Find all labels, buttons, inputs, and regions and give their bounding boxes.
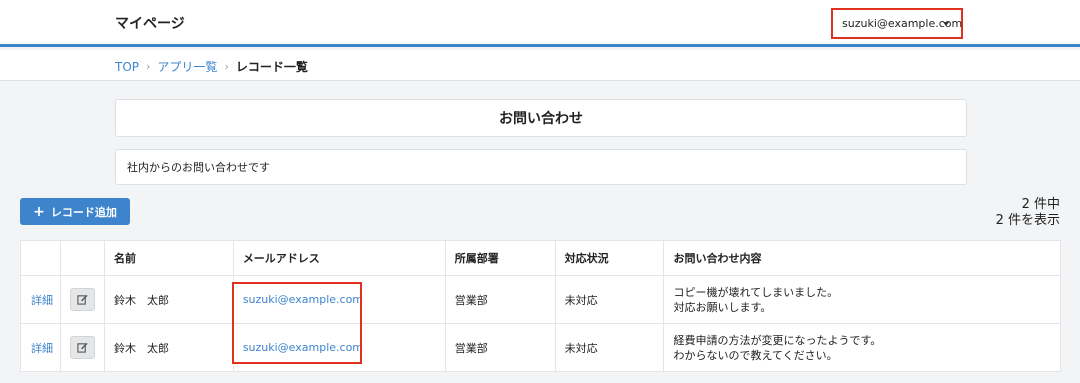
records-table: 名前 メールアドレス 所属部署 対応状況 お問い合わせ内容 詳細 鈴木 太郎 s… — [20, 240, 1061, 372]
breadcrumb: TOP › アプリ一覧 › レコード一覧 — [115, 58, 308, 75]
record-count: 2 件中 2 件を表示 — [996, 197, 1060, 229]
detail-cell: 詳細 — [20, 275, 61, 324]
status-cell: 未対応 — [554, 323, 665, 372]
column-header-department: 所属部署 — [444, 240, 556, 276]
breadcrumb-separator: › — [224, 60, 229, 73]
caret-down-icon — [943, 22, 949, 26]
email-link[interactable]: suzuki@example.com — [243, 293, 363, 306]
column-header — [20, 240, 61, 276]
app-description-panel: 社内からのお問い合わせです — [115, 149, 967, 185]
email-link[interactable]: suzuki@example.com — [243, 341, 363, 354]
app-title-panel: お問い合わせ — [115, 99, 967, 137]
detail-link[interactable]: 詳細 — [31, 342, 53, 355]
column-header-status: 対応状況 — [554, 240, 665, 276]
detail-cell: 詳細 — [20, 323, 61, 372]
plus-icon: + — [33, 203, 45, 220]
breadcrumb-bar: TOP › アプリ一覧 › レコード一覧 — [0, 50, 1080, 81]
page-title: マイページ — [115, 16, 185, 32]
email-cell: suzuki@example.com — [232, 323, 446, 372]
column-header-email: メールアドレス — [232, 240, 446, 276]
table-header-row: 名前 メールアドレス 所属部署 対応状況 お問い合わせ内容 — [20, 240, 1061, 276]
record-count-shown: 2 件を表示 — [995, 213, 1060, 228]
detail-link[interactable]: 詳細 — [31, 294, 53, 307]
content-line: コピー機が壊れてしまいました。 — [673, 285, 839, 299]
breadcrumb-top-link[interactable]: TOP — [115, 60, 139, 74]
name-cell: 鈴木 太郎 — [103, 323, 234, 372]
edit-cell — [59, 323, 105, 372]
app-title: お問い合わせ — [499, 111, 583, 127]
edit-cell — [59, 275, 105, 324]
content-cell: 経費申請の方法が変更になったようです。 わからないので教えてください。 — [663, 323, 1061, 372]
email-cell: suzuki@example.com — [232, 275, 446, 324]
user-menu-dropdown[interactable]: suzuki@example.com — [831, 8, 963, 39]
edit-icon — [77, 294, 88, 305]
table-row: 詳細 鈴木 太郎 suzuki@example.com 営業部 未対応 経費申請… — [20, 323, 1061, 372]
breadcrumb-current: レコード一覧 — [235, 60, 308, 74]
column-header-content: お問い合わせ内容 — [663, 240, 1061, 276]
content-line: わからないので教えてください。 — [673, 348, 838, 362]
content-line: 対応お願いします。 — [673, 300, 772, 314]
add-record-button[interactable]: + レコード追加 — [20, 198, 130, 225]
breadcrumb-apps-link[interactable]: アプリ一覧 — [157, 58, 217, 75]
breadcrumb-separator: › — [146, 60, 151, 73]
name-cell: 鈴木 太郎 — [103, 275, 234, 324]
edit-icon — [77, 342, 88, 353]
table-row: 詳細 鈴木 太郎 suzuki@example.com 営業部 未対応 コピー機… — [20, 275, 1061, 324]
edit-button[interactable] — [69, 288, 95, 311]
top-navbar: マイページ suzuki@example.com — [0, 0, 1080, 47]
status-cell: 未対応 — [554, 275, 665, 324]
column-header-name: 名前 — [103, 240, 234, 276]
department-cell: 営業部 — [444, 323, 556, 372]
content-cell: コピー機が壊れてしまいました。 対応お願いします。 — [663, 275, 1061, 324]
app-description: 社内からのお問い合わせです — [127, 161, 270, 174]
column-header — [59, 240, 105, 276]
add-record-label: レコード追加 — [50, 205, 117, 219]
content-line: 経費申請の方法が変更になったようです。 — [673, 333, 882, 347]
department-cell: 営業部 — [444, 275, 556, 324]
record-count-total: 2 件中 — [1021, 197, 1060, 212]
edit-button[interactable] — [69, 336, 95, 359]
